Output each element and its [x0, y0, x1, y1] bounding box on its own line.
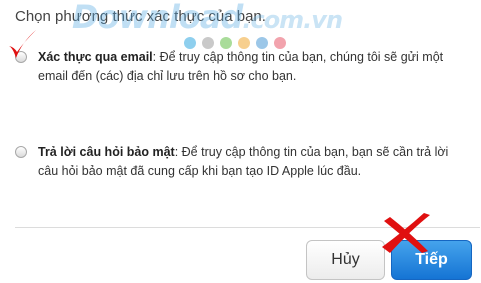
security-question-option-title: Trả lời câu hỏi bảo mật	[38, 145, 175, 159]
red-checkmark-icon	[9, 30, 36, 58]
security-question-radio-button[interactable]	[15, 146, 27, 158]
email-option-title: Xác thực qua email	[38, 50, 153, 64]
cancel-button[interactable]: Hủy	[306, 240, 385, 280]
security-question-option-text: Trả lời câu hỏi bảo mật: Để truy cập thô…	[38, 143, 463, 181]
red-x-annotation-icon	[382, 213, 430, 253]
prompt-heading: Chọn phương thức xác thực của bạn.	[15, 8, 266, 25]
email-option-text: Xác thực qua email: Để truy cập thông ti…	[38, 48, 463, 86]
